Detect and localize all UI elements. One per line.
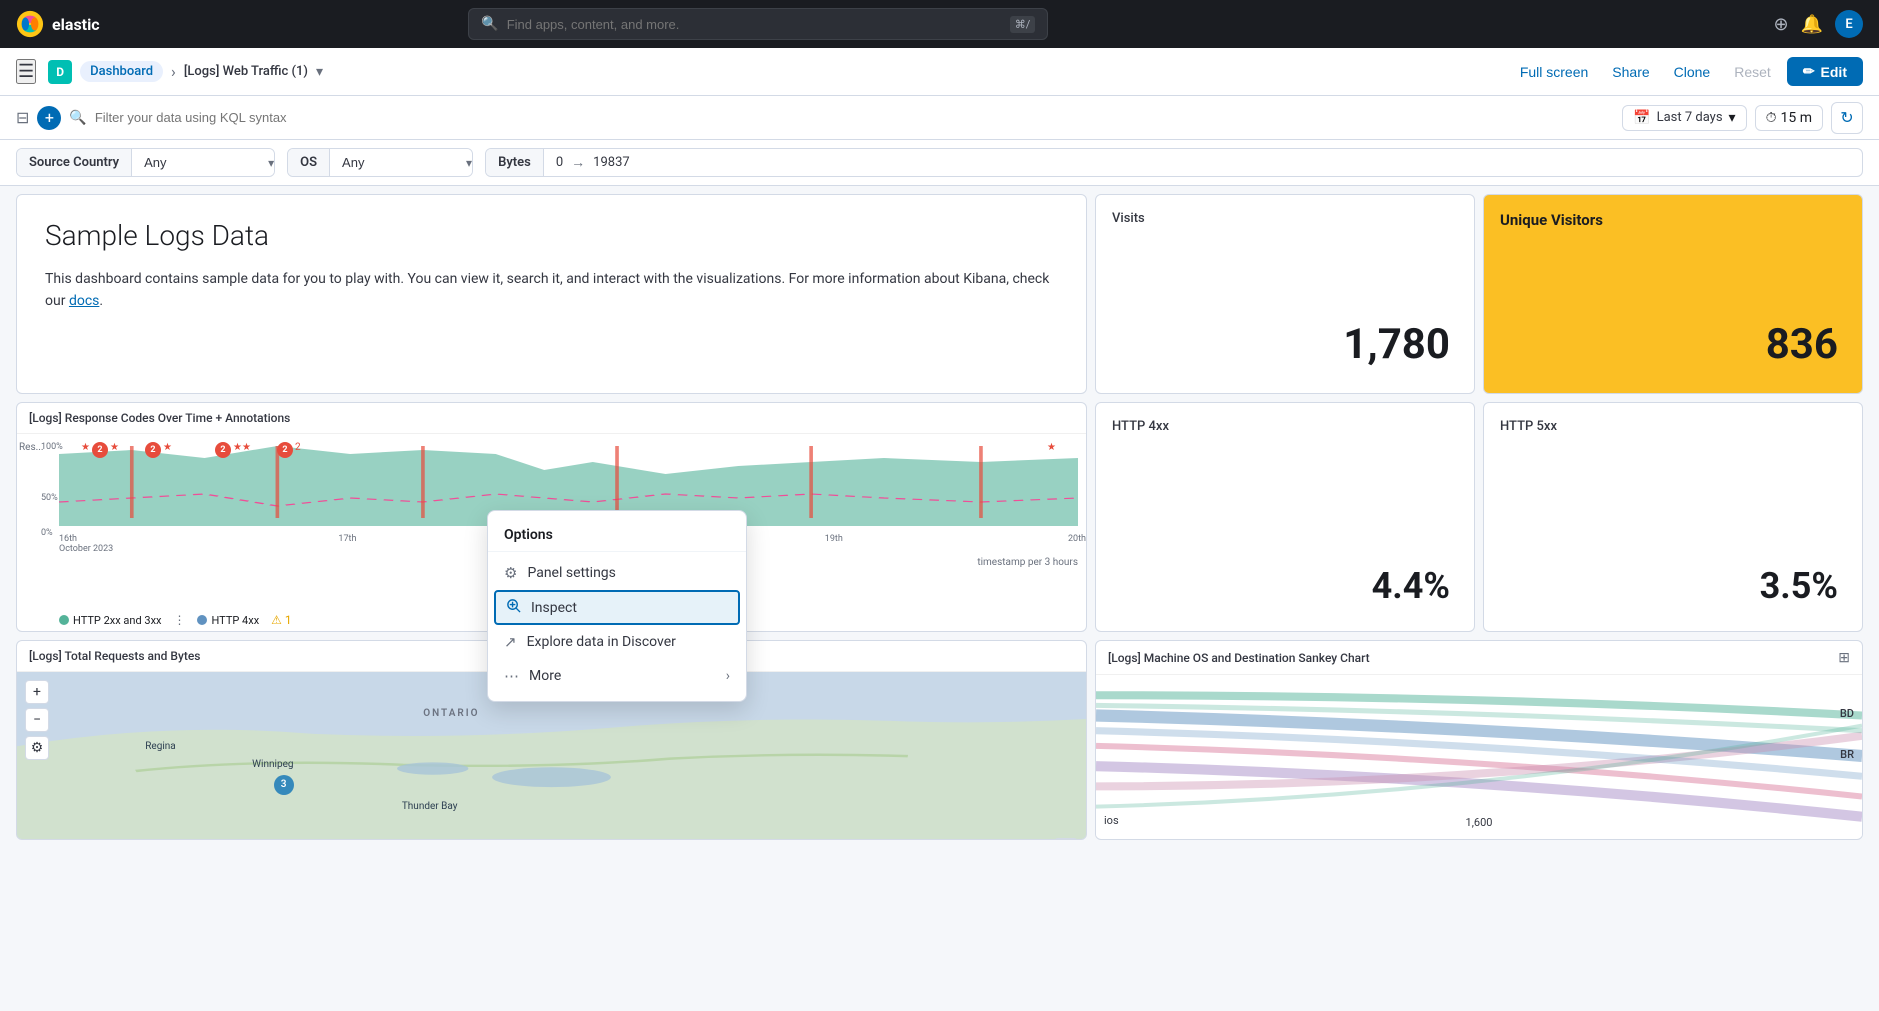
explore-discover-label: Explore data in Discover [527,634,676,650]
inspect-label: Inspect [531,600,577,616]
external-link-icon: ↗ [504,633,517,651]
options-menu-title: Options [488,519,746,552]
more-icon: ⋯ [504,667,519,685]
gear-icon: ⚙ [504,564,517,582]
explore-discover-menu-item[interactable]: ↗ Explore data in Discover [488,625,746,659]
panel-settings-label: Panel settings [527,565,615,581]
inspect-icon [506,598,521,617]
more-label: More [529,668,561,684]
more-arrow-icon: › [726,668,730,684]
more-menu-item[interactable]: ⋯ More › [488,659,746,693]
panel-settings-menu-item[interactable]: ⚙ Panel settings [488,556,746,590]
options-menu: Options ⚙ Panel settings Inspect ↗ Explo… [487,510,747,702]
menu-overlay[interactable] [0,0,1879,1011]
inspect-menu-item[interactable]: Inspect [494,590,740,625]
